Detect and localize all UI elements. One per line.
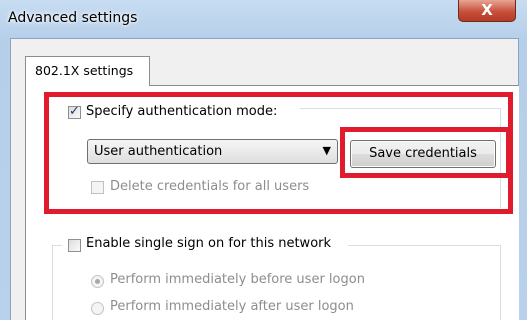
enable-sso-label: Enable single sign on for this network xyxy=(86,236,332,251)
advanced-settings-window: Advanced settings X 802.1X settings Spec… xyxy=(0,0,527,320)
sso-group-border-top xyxy=(348,245,500,246)
save-credentials-highlight-box xyxy=(340,127,511,178)
sso-after-logon-radio[interactable] xyxy=(91,302,104,315)
close-button[interactable]: X xyxy=(458,0,516,22)
window-title: Advanced settings xyxy=(8,10,138,26)
sso-group-border-left xyxy=(52,245,53,320)
sso-group-border-right xyxy=(500,245,501,320)
sso-group-border-top-left xyxy=(52,245,62,246)
tab-802-1x-settings[interactable]: 802.1X settings xyxy=(25,56,150,86)
sso-after-logon-label: Perform immediately after user logon xyxy=(110,299,354,314)
sso-before-logon-label: Perform immediately before user logon xyxy=(110,272,365,287)
title-bar[interactable]: Advanced settings X xyxy=(0,0,527,38)
close-icon: X xyxy=(481,1,493,19)
tab-label: 802.1X settings xyxy=(35,63,134,78)
enable-sso-checkbox[interactable] xyxy=(68,239,81,252)
sso-before-logon-radio[interactable] xyxy=(91,275,104,288)
